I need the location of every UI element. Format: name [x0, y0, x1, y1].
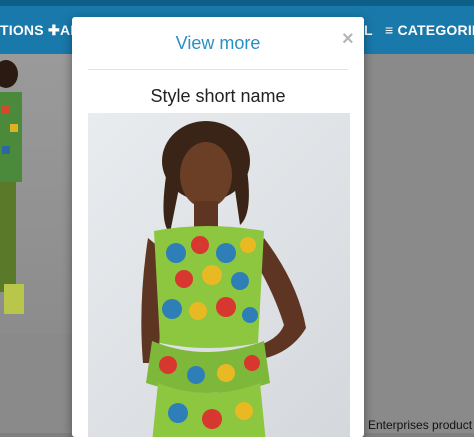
- style-short-name: Style short name: [150, 86, 286, 106]
- product-image: [88, 113, 350, 437]
- model-illustration: [141, 121, 306, 437]
- modal-title: View more: [175, 33, 261, 53]
- modal-header-divider: [88, 69, 348, 70]
- nav-item-partial[interactable]: L: [364, 22, 373, 38]
- categories-label: CATEGORIES: [397, 22, 474, 38]
- background-product-photo[interactable]: [0, 54, 72, 334]
- view-more-modal: View more × Style short name: [72, 17, 364, 437]
- background-product-caption: Enterprises product: [368, 418, 473, 432]
- plus-icon: ✚: [48, 22, 60, 38]
- nav-item-collections[interactable]: TIONS: [0, 22, 44, 38]
- hamburger-menu-icon: ≡: [385, 22, 394, 38]
- background-model-figure: [0, 60, 24, 314]
- close-icon[interactable]: ×: [342, 29, 354, 49]
- nav-item-categories[interactable]: ≡ CATEGORIES: [385, 22, 474, 38]
